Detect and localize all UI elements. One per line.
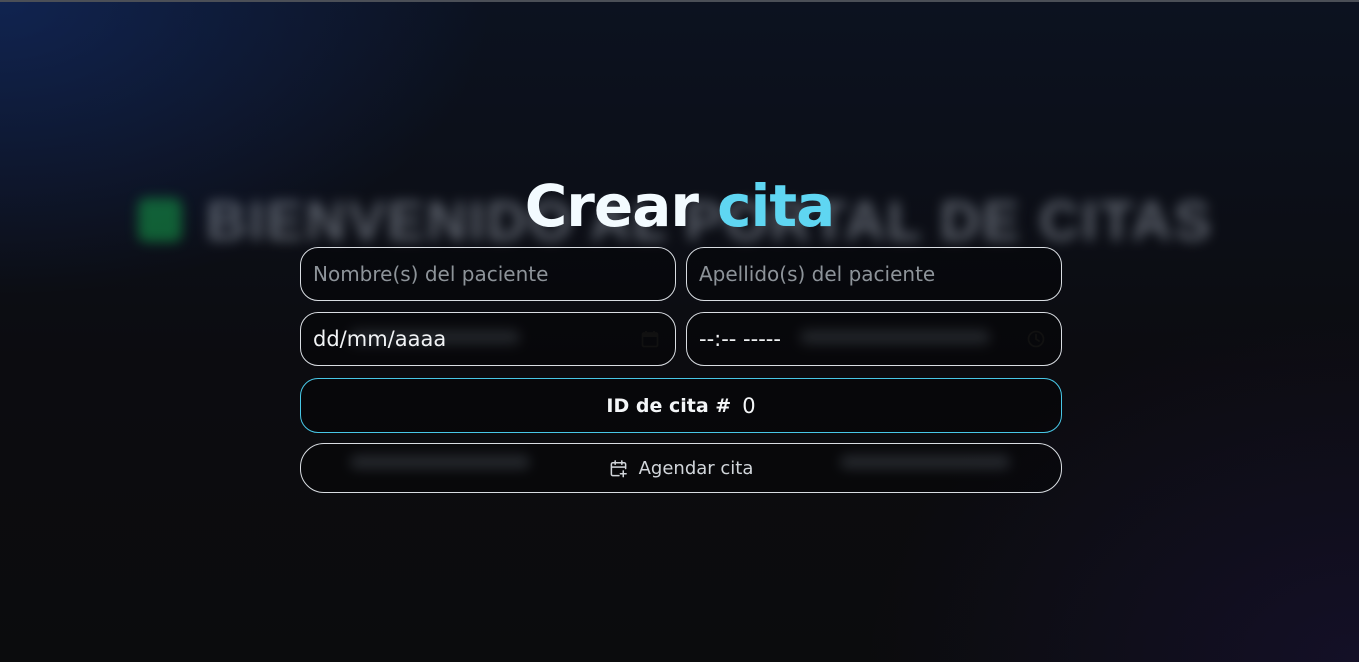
date-input[interactable]: dd/mm/aaaa [300, 312, 676, 366]
last-name-input[interactable] [687, 262, 1061, 286]
date-input-value: dd/mm/aaaa [313, 327, 447, 351]
clock-icon[interactable] [1025, 328, 1047, 350]
last-name-field [686, 247, 1062, 301]
calendar-icon[interactable] [639, 328, 661, 350]
blurred-background-page: BIENVENIDO AL PORTAL DE CITAS [0, 0, 1359, 662]
appointment-id-label: ID de cita # [606, 394, 732, 417]
first-name-input[interactable] [301, 262, 675, 286]
schedule-appointment-button[interactable]: Agendar cita [300, 443, 1062, 493]
first-name-field [300, 247, 676, 301]
time-input[interactable]: --:-- ----- [686, 312, 1062, 366]
time-input-value: --:-- ----- [699, 327, 781, 351]
form-title-accent: cita [717, 172, 835, 240]
appointment-id-display: ID de cita # 0 [300, 378, 1062, 433]
appointment-id-value: 0 [742, 393, 756, 418]
window-top-border [0, 0, 1359, 2]
calendar-plus-icon [609, 458, 629, 478]
schedule-appointment-label: Agendar cita [638, 457, 754, 479]
form-title: Crear cita [0, 168, 1359, 244]
form-title-main: Crear [524, 172, 699, 240]
